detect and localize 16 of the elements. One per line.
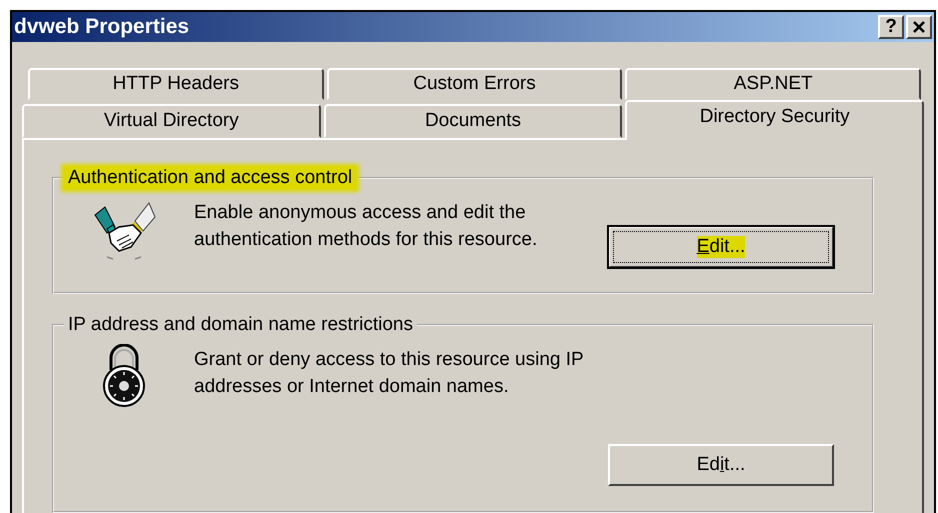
- group-title: Authentication and access control: [64, 167, 356, 189]
- description-text: Grant or deny access to this resource using IP addresses or Internet domain names.: [194, 348, 584, 399]
- tab[interactable]: Custom Errors: [326, 68, 622, 100]
- description-text: Enable anonymous access and edit the authentication methods for this resource.: [194, 201, 538, 252]
- tab[interactable]: Virtual Directory: [22, 104, 321, 138]
- group-title: IP address and domain name restrictions: [67, 314, 414, 336]
- edit-button[interactable]: Edit...: [608, 226, 834, 268]
- tab[interactable]: Documents: [324, 104, 622, 138]
- help-button[interactable]: ?: [878, 15, 904, 39]
- close-button[interactable]: [906, 15, 932, 39]
- tab[interactable]: ASP.NET: [625, 68, 922, 100]
- close-icon: [911, 19, 927, 35]
- edit-button[interactable]: Edit...: [608, 444, 834, 486]
- tab[interactable]: Directory Security: [625, 100, 924, 140]
- window-title: dvweb Properties: [14, 15, 190, 39]
- tab[interactable]: HTTP Headers: [28, 68, 324, 100]
